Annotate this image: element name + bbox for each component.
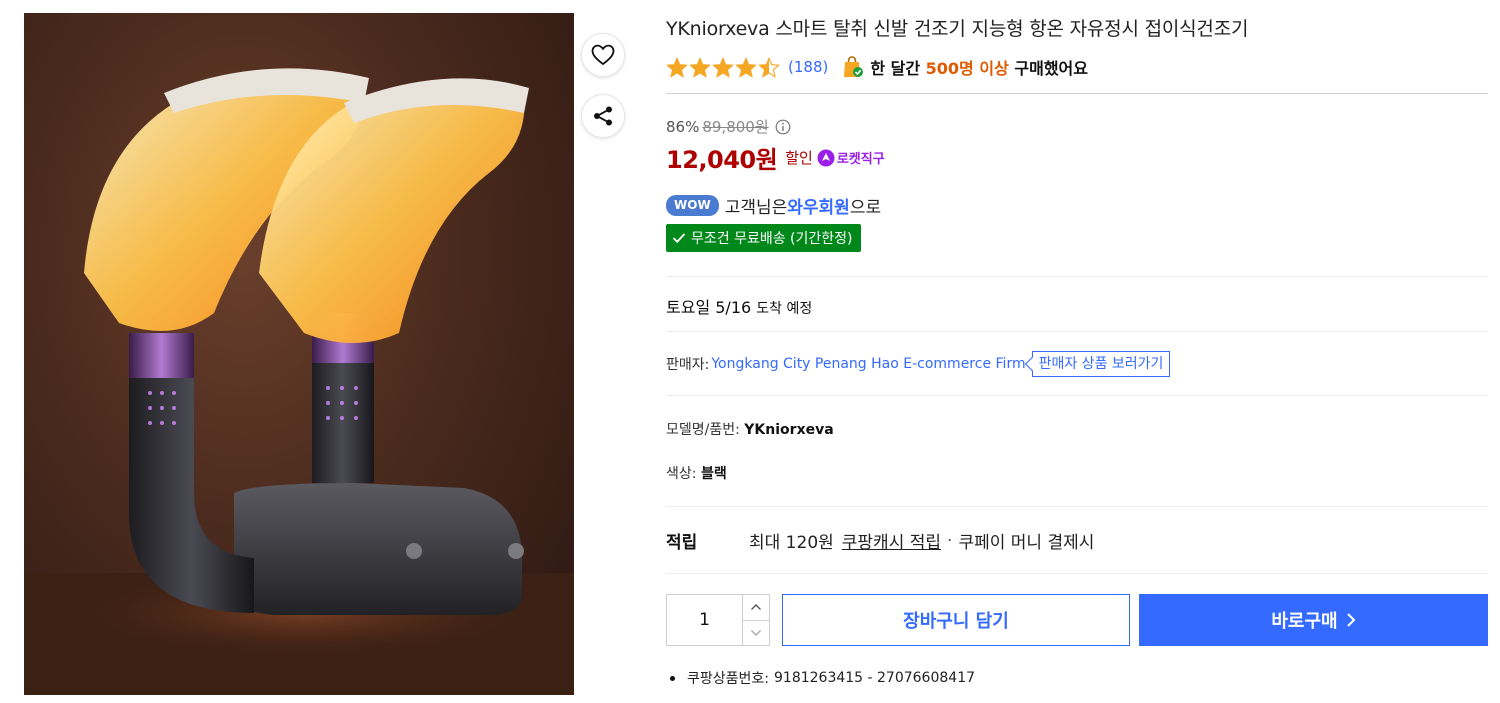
share-icon (594, 106, 612, 126)
free-shipping-label: 무조건 무료배송 (기간한정) (691, 231, 853, 247)
reward-condition: 쿠페이 머니 결제시 (958, 533, 1095, 553)
buy-now-label: 바로구매 (1271, 611, 1338, 632)
divider (666, 93, 1488, 94)
wow-member-row: WOW 고객님은 와우회원 으로 (666, 193, 881, 218)
quantity-input[interactable] (667, 595, 743, 645)
color-label: 색상: (666, 466, 697, 482)
spec-model: 모델명/품번: YKniorxeva (666, 419, 834, 439)
star-icon (735, 56, 757, 78)
wow-badge: WOW (666, 195, 719, 216)
arrival-suffix: 도착 예정 (756, 301, 813, 317)
sales-suffix: 구매했어요 (1014, 59, 1088, 78)
share-button[interactable] (581, 94, 625, 138)
seller-label: 판매자: (666, 357, 710, 373)
arrival-day: 토요일 5/16 (666, 298, 752, 317)
chevron-right-icon (1346, 613, 1356, 627)
rocket-direct-badge: 로켓직구 (817, 148, 885, 167)
quantity-steps (743, 595, 769, 645)
arrival-estimate: 토요일 5/16 도착 예정 (666, 294, 812, 318)
monthly-sales-text: 한 달간 500명 이상 구매했어요 (870, 55, 1088, 79)
product-title: YKniorxeva 스마트 탈취 신발 건조기 지능형 항온 자유정시 접이식… (666, 18, 1249, 40)
star-icon (758, 56, 780, 78)
quantity-decrease-button[interactable] (743, 621, 769, 646)
wow-text-before: 고객님은 (724, 198, 788, 218)
add-to-cart-button[interactable]: 장바구니 담기 (782, 594, 1130, 646)
product-image (24, 13, 574, 695)
discount-rate: 86% (666, 117, 700, 136)
model-value: YKniorxeva (744, 422, 834, 438)
product-number: 쿠팡상품번호: 9181263415 - 27076608417 (666, 668, 975, 688)
rocket-direct-icon (817, 149, 835, 166)
reward-row: 적립 최대 120원 쿠팡캐시 적립 · 쿠페이 머니 결제시 (666, 528, 1095, 554)
review-count-link[interactable]: (188) (788, 58, 828, 76)
coupang-cash-link[interactable]: 쿠팡캐시 적립 (842, 528, 941, 553)
free-shipping-badge: 무조건 무료배송 (기간한정) (666, 224, 861, 252)
model-label: 모델명/품번: (666, 422, 740, 438)
original-price: 89,800원 (702, 118, 769, 136)
chevron-down-icon (751, 629, 761, 636)
star-rating[interactable] (666, 56, 780, 78)
rocket-direct-label: 로켓직구 (836, 152, 885, 167)
price-row: 12,040원 할인 로켓직구 (666, 140, 885, 175)
heart-icon (591, 44, 615, 66)
sales-highlight: 500명 이상 (925, 59, 1009, 78)
divider (666, 276, 1488, 277)
reward-separator: · (947, 530, 953, 551)
color-value: 블랙 (700, 466, 727, 482)
divider (666, 506, 1488, 507)
seller-name-link[interactable]: Yongkang City Penang Hao E-commerce Firm (711, 356, 1025, 372)
star-icon (689, 56, 711, 78)
sale-price: 12,040원 (666, 146, 778, 174)
bullet (670, 675, 675, 681)
quantity-increase-button[interactable] (743, 595, 769, 621)
buy-now-button[interactable]: 바로구매 (1139, 594, 1488, 646)
divider (666, 573, 1488, 574)
shoe-dryer-illustration (24, 68, 574, 695)
product-number-value: 9181263415 - 27076608417 (774, 670, 976, 686)
rating-row: (188) 한 달간 500명 이상 구매했어요 (666, 54, 1088, 80)
add-to-cart-label: 장바구니 담기 (903, 611, 1009, 632)
spec-color: 색상: 블랙 (666, 463, 727, 483)
check-icon (672, 233, 686, 244)
like-button[interactable] (581, 33, 625, 77)
wow-text-after: 으로 (849, 198, 882, 218)
seller-products-button[interactable]: 판매자 상품 보러가기 (1031, 351, 1171, 377)
seller-row: 판매자: Yongkang City Penang Hao E-commerce… (666, 351, 1171, 377)
divider (666, 331, 1488, 332)
shopping-bag-check-icon (842, 55, 864, 79)
sales-prefix: 한 달간 (870, 59, 921, 78)
divider (666, 395, 1488, 396)
sale-label: 할인 (785, 149, 813, 167)
chevron-up-icon (751, 604, 761, 611)
discount-row: 86% 89,800원 (666, 116, 791, 137)
info-circle-icon[interactable] (775, 119, 791, 135)
reward-amount: 최대 120원 (749, 533, 834, 553)
star-icon (712, 56, 734, 78)
quantity-stepper (666, 594, 770, 646)
product-number-label: 쿠팡상품번호: (687, 671, 769, 687)
wow-member-label: 와우회원 (787, 198, 850, 218)
reward-label: 적립 (666, 533, 698, 553)
star-icon (666, 56, 688, 78)
